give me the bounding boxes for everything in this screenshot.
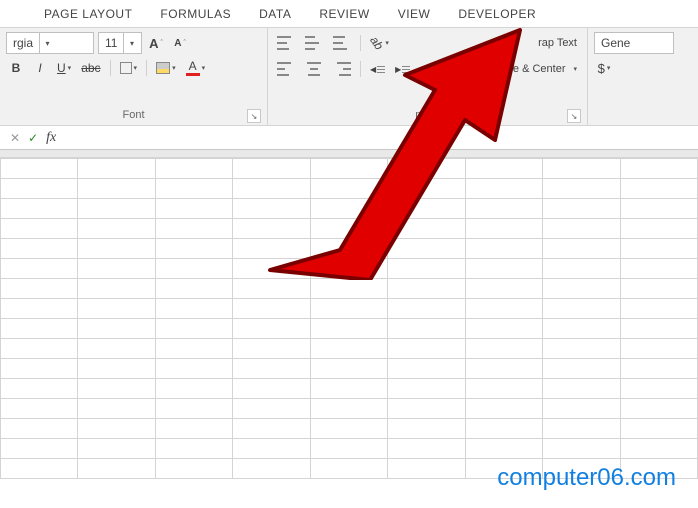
align-right-button[interactable]: [330, 59, 354, 79]
dropdown-icon: ▾: [172, 64, 176, 72]
dropdown-icon: ▾: [68, 64, 72, 72]
strikethrough-button[interactable]: abc: [78, 58, 103, 78]
font-color-icon: A: [186, 60, 200, 76]
underline-button[interactable]: U ▾: [54, 58, 74, 78]
align-center-button[interactable]: [302, 59, 326, 79]
tab-formulas[interactable]: FORMULAS: [146, 1, 245, 27]
group-font: rgia ▾ 11 ▾ A ˆ A ˆ B I: [0, 28, 268, 125]
tab-developer[interactable]: DEVELOPER: [444, 1, 550, 27]
align-left-button[interactable]: [274, 59, 298, 79]
paint-bucket-icon: [156, 62, 170, 74]
font-size-value: 11: [99, 36, 123, 50]
increase-font-button[interactable]: A ˆ: [146, 33, 166, 53]
ribbon: rgia ▾ 11 ▾ A ˆ A ˆ B I: [0, 28, 698, 126]
italic-button[interactable]: I: [30, 58, 50, 78]
wrap-text-label: rap Text: [538, 37, 577, 49]
strike-icon: abc: [81, 61, 100, 75]
dropdown-icon: ▾: [202, 64, 206, 72]
align-left-icon: [277, 62, 295, 76]
ribbon-tabs: PAGE LAYOUT FORMULAS DATA REVIEW VIEW DE…: [0, 0, 698, 28]
fx-icon[interactable]: fx: [46, 130, 56, 146]
decrease-indent-button[interactable]: ◀: [367, 59, 388, 79]
group-label-font: Font: [122, 109, 144, 121]
orientation-button[interactable]: ab ▾: [367, 33, 392, 53]
caret-icon: ˆ: [183, 40, 185, 47]
underline-icon: U: [57, 61, 66, 75]
caret-icon: ˆ: [161, 40, 163, 47]
dropdown-icon[interactable]: ▾: [39, 33, 55, 53]
cancel-icon[interactable]: ✕: [10, 131, 20, 145]
spreadsheet-grid[interactable]: [0, 158, 698, 479]
separator: [360, 61, 361, 77]
formula-bar: ✕ ✓ fx: [0, 126, 698, 150]
confirm-icon[interactable]: ✓: [28, 131, 38, 145]
fill-color-button[interactable]: ▾: [153, 58, 179, 78]
align-bottom-button[interactable]: [330, 33, 354, 53]
dropdown-icon: ▾: [573, 65, 577, 73]
alignment-dialog-launcher[interactable]: ↘: [567, 109, 581, 123]
font-dialog-launcher[interactable]: ↘: [247, 109, 261, 123]
merge-icon: [473, 62, 491, 76]
separator: [360, 35, 361, 51]
border-icon: [120, 62, 132, 74]
decrease-indent-icon: ◀: [370, 65, 385, 74]
dropdown-icon: ▾: [607, 64, 611, 72]
number-format-combo[interactable]: Gene: [594, 32, 674, 54]
group-number: Gene $ ▾: [588, 28, 698, 125]
grid-column-header-area: [0, 150, 698, 158]
separator: [146, 60, 147, 76]
dropdown-icon: ▾: [134, 64, 138, 72]
align-bottom-icon: [333, 36, 351, 50]
align-top-icon: [277, 36, 295, 50]
decrease-font-button[interactable]: A ˆ: [170, 33, 190, 53]
align-top-button[interactable]: [274, 33, 298, 53]
dollar-icon: $: [598, 61, 605, 76]
big-a-icon: A: [149, 36, 158, 51]
bold-button[interactable]: B: [6, 58, 26, 78]
merge-center-button[interactable]: erge & Center ▾: [469, 58, 581, 80]
small-a-icon: A: [174, 38, 181, 49]
group-alignment: ab ▾ rap Text: [268, 28, 588, 125]
font-color-letter: A: [189, 60, 197, 72]
merge-label: erge & Center: [497, 63, 565, 75]
align-middle-icon: [305, 36, 323, 50]
font-name-value: rgia: [7, 36, 39, 50]
watermark: computer06.com: [497, 464, 676, 492]
font-name-combo[interactable]: rgia ▾: [6, 32, 94, 54]
font-color-button[interactable]: A ▾: [183, 58, 209, 78]
font-size-combo[interactable]: 11 ▾: [98, 32, 142, 54]
align-right-icon: [333, 62, 351, 76]
separator: [110, 60, 111, 76]
increase-indent-icon: ▶: [395, 65, 410, 74]
accounting-format-button[interactable]: $ ▾: [594, 58, 614, 78]
group-label-alignment: ment: [415, 109, 439, 121]
tab-review[interactable]: REVIEW: [305, 1, 383, 27]
orientation-icon: ab: [367, 34, 386, 53]
borders-button[interactable]: ▾: [117, 58, 141, 78]
tab-view[interactable]: VIEW: [384, 1, 445, 27]
align-middle-button[interactable]: [302, 33, 326, 53]
wrap-text-button[interactable]: rap Text: [534, 32, 581, 54]
increase-indent-button[interactable]: ▶: [392, 59, 413, 79]
number-format-value: Gene: [595, 36, 636, 50]
align-center-icon: [305, 62, 323, 76]
tab-page-layout[interactable]: PAGE LAYOUT: [30, 1, 146, 27]
tab-data[interactable]: DATA: [245, 1, 305, 27]
dropdown-icon[interactable]: ▾: [123, 33, 139, 53]
